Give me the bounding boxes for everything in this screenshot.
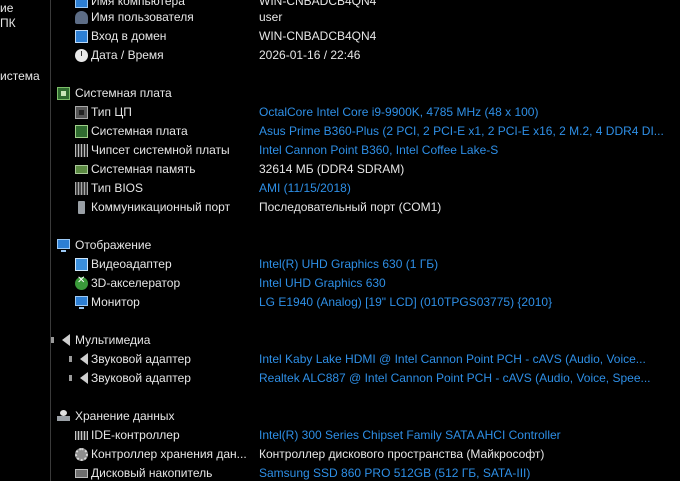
clock-icon (75, 49, 88, 62)
row-value-link[interactable]: Intel Cannon Point B360, Intel Coffee La… (259, 143, 498, 157)
row-value: Контроллер дискового пространства (Майкр… (259, 447, 545, 461)
row-value-link[interactable]: Intel(R) UHD Graphics 630 (1 ГБ) (259, 257, 438, 271)
row-storage-controller[interactable]: Контроллер хранения дан... Контроллер ди… (51, 445, 680, 464)
row-value-link[interactable]: Intel Kaby Lake HDMI @ Intel Cannon Poin… (259, 352, 646, 366)
row-ide-controller[interactable]: IDE-контроллер Intel(R) 300 Series Chips… (51, 426, 680, 445)
storage-category-icon (57, 410, 70, 423)
sidebar-item-3[interactable]: истема (0, 69, 40, 83)
port-icon (78, 201, 85, 214)
category-display[interactable]: Отображение (51, 236, 680, 255)
row-3d-accelerator[interactable]: 3D-акселератор Intel UHD Graphics 630 (51, 274, 680, 293)
row-label: 3D-акселератор (91, 276, 181, 290)
speaker-icon (69, 372, 88, 384)
category-title: Системная плата (75, 86, 172, 100)
row-value-link[interactable]: Samsung SSD 860 PRO 512GB (512 ГБ, SATA-… (259, 466, 530, 480)
chipset-icon (75, 144, 88, 157)
row-value-link[interactable]: Intel(R) 300 Series Chipset Family SATA … (259, 428, 561, 442)
disk-drive-icon (75, 469, 88, 478)
row-disk-drive[interactable]: Дисковый накопитель Samsung SSD 860 PRO … (51, 464, 680, 481)
memory-icon (75, 165, 88, 174)
row-value-link[interactable]: Asus Prime B360-Plus (2 PCI, 2 PCI-E x1,… (259, 124, 664, 138)
row-monitor[interactable]: Монитор LG E1940 (Analog) [19" LCD] (010… (51, 293, 680, 312)
category-title: Отображение (75, 238, 152, 252)
row-value: 32614 МБ (DDR4 SDRAM) (259, 162, 405, 176)
row-label: Тип ЦП (91, 105, 132, 119)
row-value-link[interactable]: OctalCore Intel Core i9-9900K, 4785 MHz … (259, 105, 538, 119)
row-label: Имя пользователя (91, 10, 194, 24)
row-date-time[interactable]: Дата / Время 2026-01-16 / 22:46 (51, 46, 680, 65)
row-video-adapter[interactable]: Видеоадаптер Intel(R) UHD Graphics 630 (… (51, 255, 680, 274)
row-label: IDE-контроллер (91, 428, 180, 442)
row-label: Звуковой адаптер (91, 371, 191, 385)
category-title: Хранение данных (75, 409, 175, 423)
row-label: Видеоадаптер (91, 257, 172, 271)
row-bios-type[interactable]: Тип BIOS AMI (11/15/2018) (51, 179, 680, 198)
cpu-icon (75, 106, 88, 119)
row-label: Тип BIOS (91, 181, 144, 195)
row-comm-port[interactable]: Коммуникационный порт Последовательный п… (51, 198, 680, 217)
row-label: Звуковой адаптер (91, 352, 191, 366)
row-value: WIN-CNBADCB4QN4 (259, 0, 377, 8)
row-value-link[interactable]: LG E1940 (Analog) [19" LCD] (010TPGS0377… (259, 295, 552, 309)
row-domain-login[interactable]: Вход в домен WIN-CNBADCB4QN4 (51, 27, 680, 46)
category-storage[interactable]: Хранение данных (51, 407, 680, 426)
row-label: Системная память (91, 162, 196, 176)
motherboard-category-icon (57, 87, 70, 100)
row-label: Системная плата (91, 124, 188, 138)
row-chipset[interactable]: Чипсет системной платы Intel Cannon Poin… (51, 141, 680, 160)
video-adapter-icon (75, 258, 88, 271)
row-value: user (259, 10, 283, 24)
sidebar-item-2[interactable]: ПК (0, 16, 16, 30)
row-value-link[interactable]: Intel UHD Graphics 630 (259, 276, 386, 290)
row-value: WIN-CNBADCB4QN4 (259, 29, 377, 43)
row-label: Дата / Время (91, 48, 164, 62)
monitor-icon (75, 296, 88, 309)
row-audio-adapter-2[interactable]: Звуковой адаптер Realtek ALC887 @ Intel … (51, 369, 680, 388)
speaker-icon (69, 353, 88, 365)
row-cpu-type[interactable]: Тип ЦП OctalCore Intel Core i9-9900K, 47… (51, 103, 680, 122)
row-value: Последовательный порт (COM1) (259, 200, 442, 214)
row-label: Контроллер хранения дан... (91, 447, 247, 461)
row-label: Коммуникационный порт (91, 200, 231, 214)
row-user-name[interactable]: Имя пользователя user (51, 8, 680, 27)
speaker-icon (51, 334, 70, 346)
display-category-icon (57, 239, 70, 252)
ide-controller-icon (75, 431, 88, 440)
row-motherboard[interactable]: Системная плата Asus Prime B360-Plus (2 … (51, 122, 680, 141)
row-value: 2026-01-16 / 22:46 (259, 48, 361, 62)
computer-icon (75, 0, 88, 8)
gear-icon (75, 448, 88, 461)
motherboard-icon (75, 125, 88, 138)
row-label: Чипсет системной платы (91, 143, 230, 157)
category-motherboard[interactable]: Системная плата (51, 84, 680, 103)
row-audio-adapter-1[interactable]: Звуковой адаптер Intel Kaby Lake HDMI @ … (51, 350, 680, 369)
category-title: Мультимедиа (75, 333, 151, 347)
row-label: Дисковый накопитель (91, 466, 213, 480)
left-navigation-pane: ие ПК истема (0, 0, 51, 481)
row-value-link[interactable]: Realtek ALC887 @ Intel Cannon Point PCH … (259, 371, 651, 385)
user-icon (75, 11, 88, 24)
row-label: Вход в домен (91, 29, 167, 43)
row-label: Имя компьютера (91, 0, 185, 8)
xbox-icon (75, 275, 88, 290)
summary-panel: Имя компьютера WIN-CNBADCB4QN4 Имя польз… (51, 0, 680, 481)
bios-icon (75, 182, 88, 195)
domain-icon (75, 30, 88, 43)
row-system-memory[interactable]: Системная память 32614 МБ (DDR4 SDRAM) (51, 160, 680, 179)
row-value-link[interactable]: AMI (11/15/2018) (259, 181, 351, 195)
row-label: Монитор (91, 295, 140, 309)
category-multimedia[interactable]: Мультимедиа (51, 331, 680, 350)
sidebar-item-1[interactable]: ие (0, 1, 13, 15)
